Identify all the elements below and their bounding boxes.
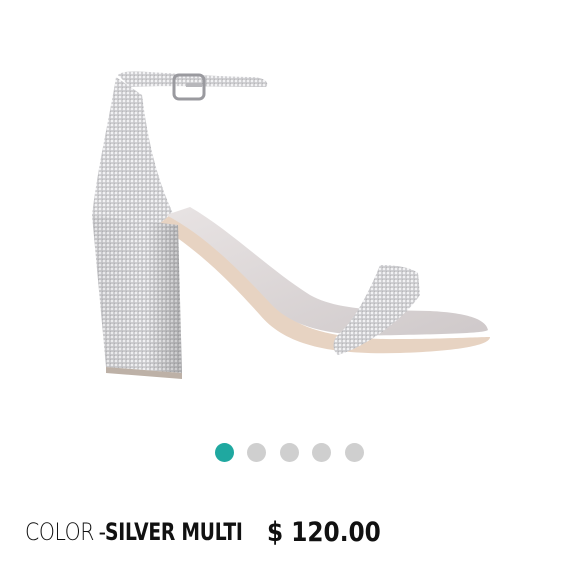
insole [166,207,488,336]
heel-counter [92,77,178,225]
block-heel [92,215,182,379]
carousel-dot[interactable] [214,443,234,462]
carousel-dot[interactable] [279,443,299,462]
color-value: SILVER MULTI [104,518,243,546]
carousel-dot[interactable] [344,443,364,462]
color-label: COLOR [25,518,95,546]
color-info: COLOR - SILVER MULTI [25,512,281,552]
carousel-dot[interactable] [247,443,267,462]
product-price: $ 120.00 [267,516,381,548]
product-image[interactable] [70,55,510,385]
carousel-dots [0,443,580,462]
carousel-dot[interactable] [312,443,332,462]
